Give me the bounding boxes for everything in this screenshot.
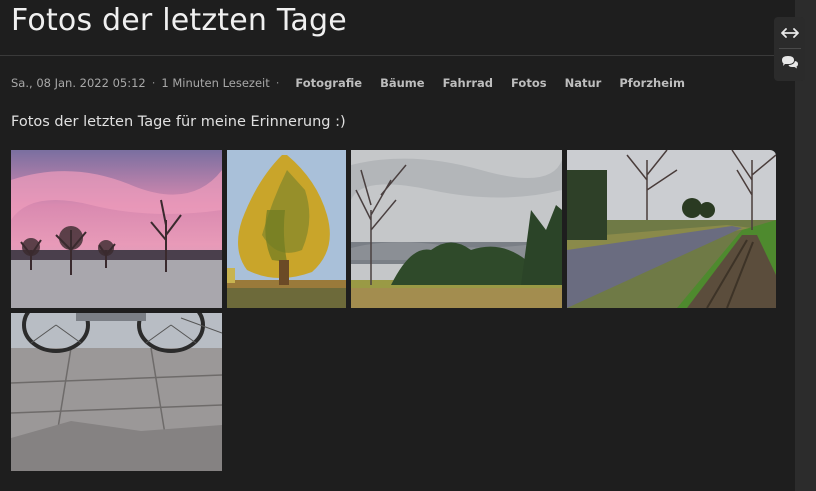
tag-pforzheim[interactable]: Pforzheim <box>619 76 685 90</box>
tag-fotos[interactable]: Fotos <box>511 76 547 90</box>
cycle-path-image <box>567 150 776 308</box>
arrows-left-right-icon <box>780 23 799 42</box>
tag-baeume[interactable]: Bäume <box>380 76 425 90</box>
photo-orchard-sunset[interactable] <box>11 150 222 308</box>
orchard-sunset-image <box>11 150 222 308</box>
comments-icon <box>781 55 799 74</box>
page-title: Fotos der letzten Tage <box>11 3 347 38</box>
title-divider <box>0 55 795 56</box>
comments-button[interactable] <box>774 49 805 80</box>
valley-view-image <box>351 150 562 308</box>
photo-bicycle-pavement[interactable] <box>11 313 222 471</box>
reading-time: 1 Minuten Lesezeit <box>161 76 270 90</box>
sequoia-tree-image <box>227 150 346 308</box>
meta-separator: · <box>275 76 280 90</box>
tag-list: Fotografie Bäume Fahrrad Fotos Natur Pfo… <box>295 76 685 90</box>
photo-valley-view[interactable] <box>351 150 562 308</box>
tag-fotografie[interactable]: Fotografie <box>295 76 362 90</box>
post-date: Sa., 08 Jan. 2022 05:12 <box>11 76 146 90</box>
width-toggle-button[interactable] <box>774 17 805 48</box>
photo-cycle-path[interactable] <box>567 150 776 308</box>
tag-fahrrad[interactable]: Fahrrad <box>443 76 493 90</box>
tag-natur[interactable]: Natur <box>565 76 602 90</box>
bicycle-pavement-image <box>11 313 222 471</box>
post-meta: Sa., 08 Jan. 2022 05:12 · 1 Minuten Lese… <box>11 76 685 90</box>
post-intro: Fotos der letzten Tage für meine Erinner… <box>11 114 346 130</box>
floating-toolbar <box>774 17 805 81</box>
meta-separator: · <box>151 76 156 90</box>
photo-sequoia-tree[interactable] <box>227 150 346 308</box>
